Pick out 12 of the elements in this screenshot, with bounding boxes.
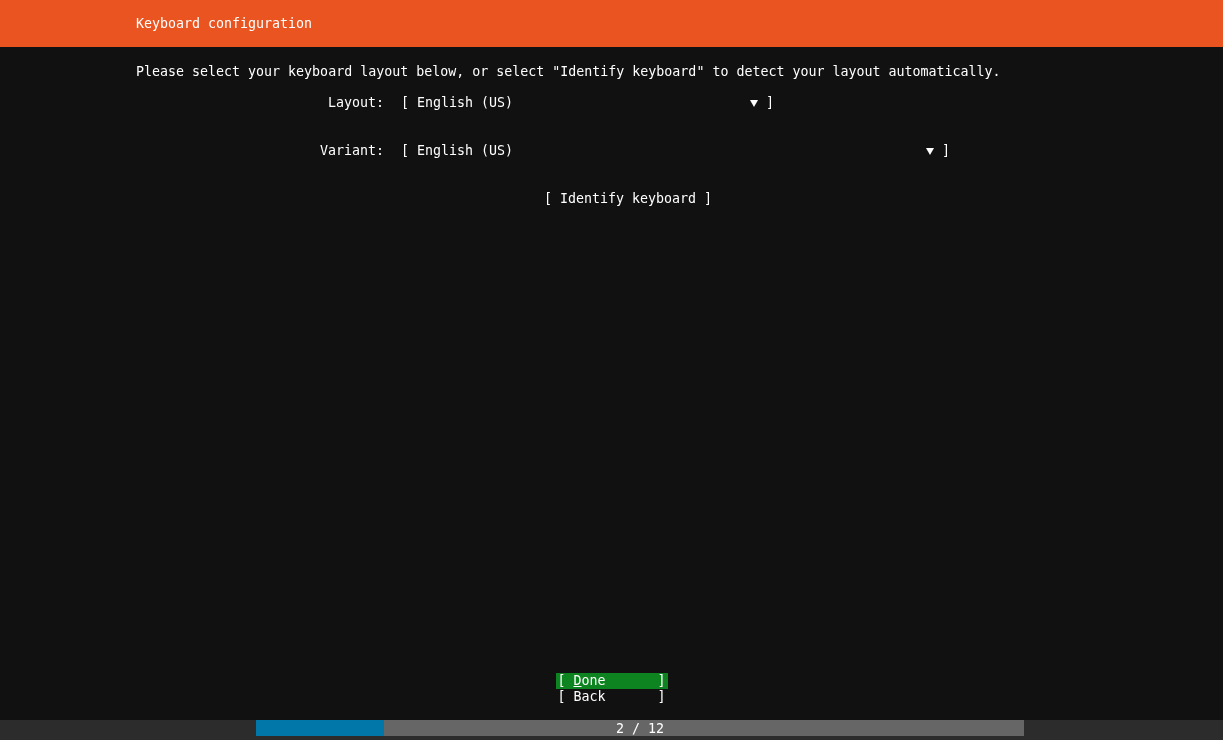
instruction-text: Please select your keyboard layout below, or select "Identify keyboard" to detect your layout automatically. — [136, 64, 1002, 80]
identify-keyboard-button[interactable]: [ Identify keyboard ] — [543, 191, 713, 207]
screen-title: Keyboard configuration — [136, 15, 313, 32]
navigation-button[interactable]: [ Done ] — [555, 673, 668, 689]
field-label: Layout: — [327, 95, 384, 111]
step-counter: 2 / 12 — [615, 721, 664, 736]
navigation-button[interactable]: [ Back ] — [555, 689, 668, 705]
layout-dropdown[interactable]: [ English (US) ] — [401, 95, 774, 111]
caret-icon — [926, 147, 934, 155]
caret-icon — [750, 99, 758, 107]
field-label: Variant: — [319, 143, 384, 159]
variant-dropdown[interactable]: [ English (US) ] — [401, 143, 950, 159]
